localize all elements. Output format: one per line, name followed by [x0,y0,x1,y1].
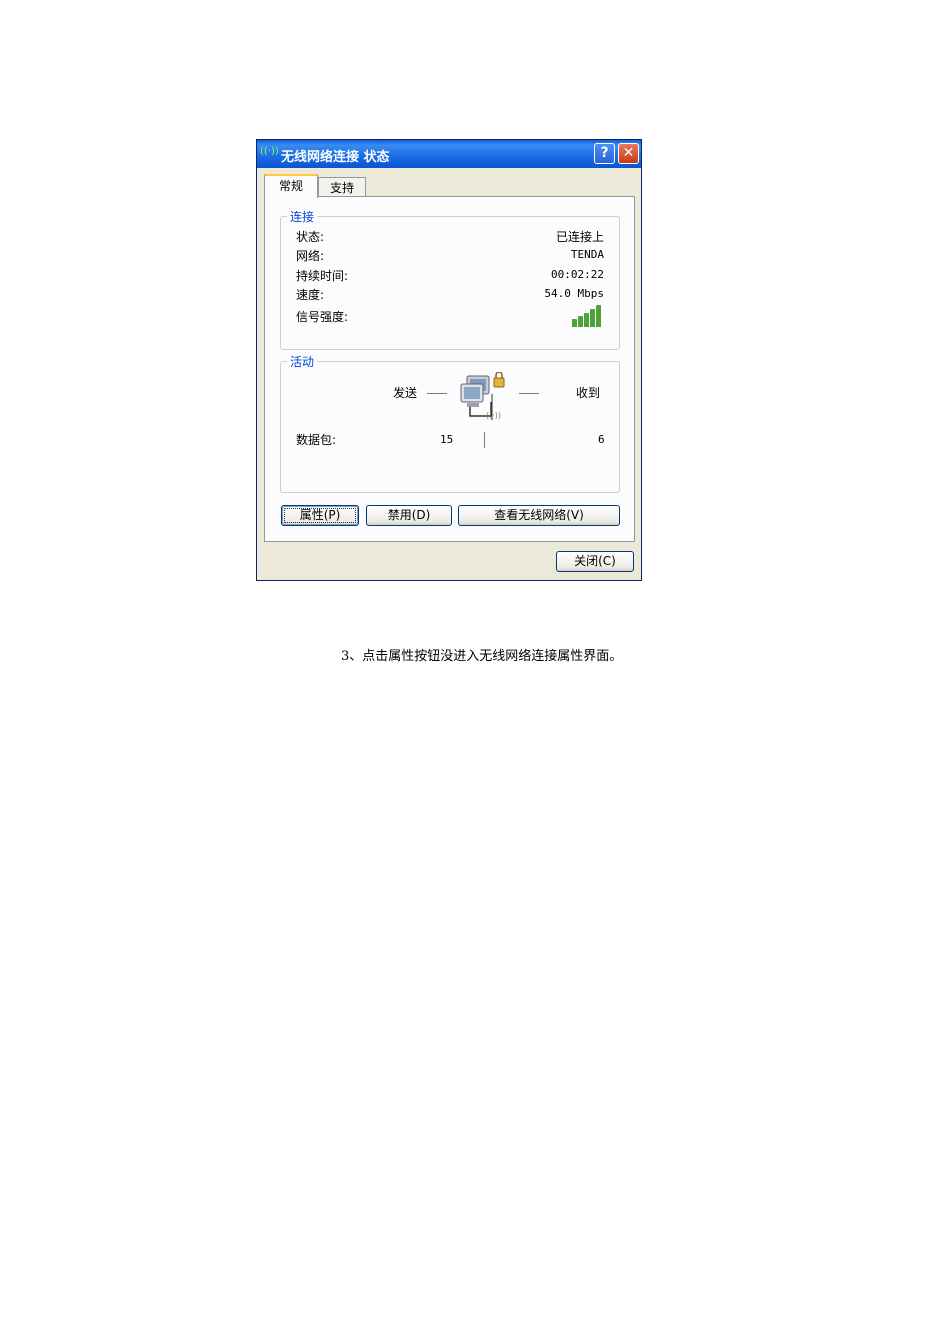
network-value: TENDA [570,248,604,261]
packets-divider [484,432,485,448]
signal-strength-icon [572,305,604,327]
document-caption: 3、点击属性按钮没进入无线网络连接属性界面。 [341,649,623,664]
tab-general[interactable]: 常规 [264,174,318,198]
help-button[interactable]: ? [594,143,615,164]
status-label: 状态: [296,230,325,244]
signal-bar [584,313,589,327]
disable-button[interactable]: 禁用(D) [366,505,452,526]
received-line [519,393,539,394]
activity-legend: 活动 [287,353,318,370]
connection-legend: 连接 [287,208,318,225]
status-dialog: ((·)) 无线网络连接 状态 ? ✕ 常规 支持 连接 状态: 已连接上 网络… [256,139,642,581]
received-label: 收到 [576,386,601,400]
packets-received-value: 6 [598,433,605,446]
speed-label: 速度: [296,288,325,302]
tab-panel-general: 连接 状态: 已连接上 网络: TENDA 持续时间: 00:02:22 速度:… [264,196,635,542]
sent-line [427,393,447,394]
activity-group: 活动 发送 ((·)) 收到 数据包: 15 6 [280,353,620,493]
packets-label: 数据包: [296,433,337,447]
signal-bar [578,316,583,327]
status-value: 已连接上 [555,230,604,244]
signal-label: 信号强度: [296,310,349,324]
svg-text:((·)): ((·)) [486,411,501,420]
window-title: 无线网络连接 状态 [281,150,390,165]
duration-value: 00:02:22 [551,268,604,281]
signal-bar [572,319,577,327]
duration-label: 持续时间: [296,269,349,283]
signal-bar [590,309,595,327]
close-button[interactable]: 关闭(C) [556,551,634,572]
close-icon[interactable]: ✕ [618,143,639,164]
sent-label: 发送 [393,386,418,400]
network-label: 网络: [296,249,325,263]
properties-button[interactable]: 属性(P) [281,505,359,526]
view-wireless-networks-button[interactable]: 查看无线网络(V) [458,505,620,526]
wireless-icon: ((·)) [260,146,279,157]
speed-value: 54.0 Mbps [544,287,604,300]
title-bar[interactable]: ((·)) 无线网络连接 状态 ? ✕ [257,140,641,168]
packets-sent-value: 15 [440,433,454,446]
network-computers-icon: ((·)) [460,372,505,420]
connection-group: 连接 状态: 已连接上 网络: TENDA 持续时间: 00:02:22 速度:… [280,208,620,350]
signal-bar [596,305,601,327]
